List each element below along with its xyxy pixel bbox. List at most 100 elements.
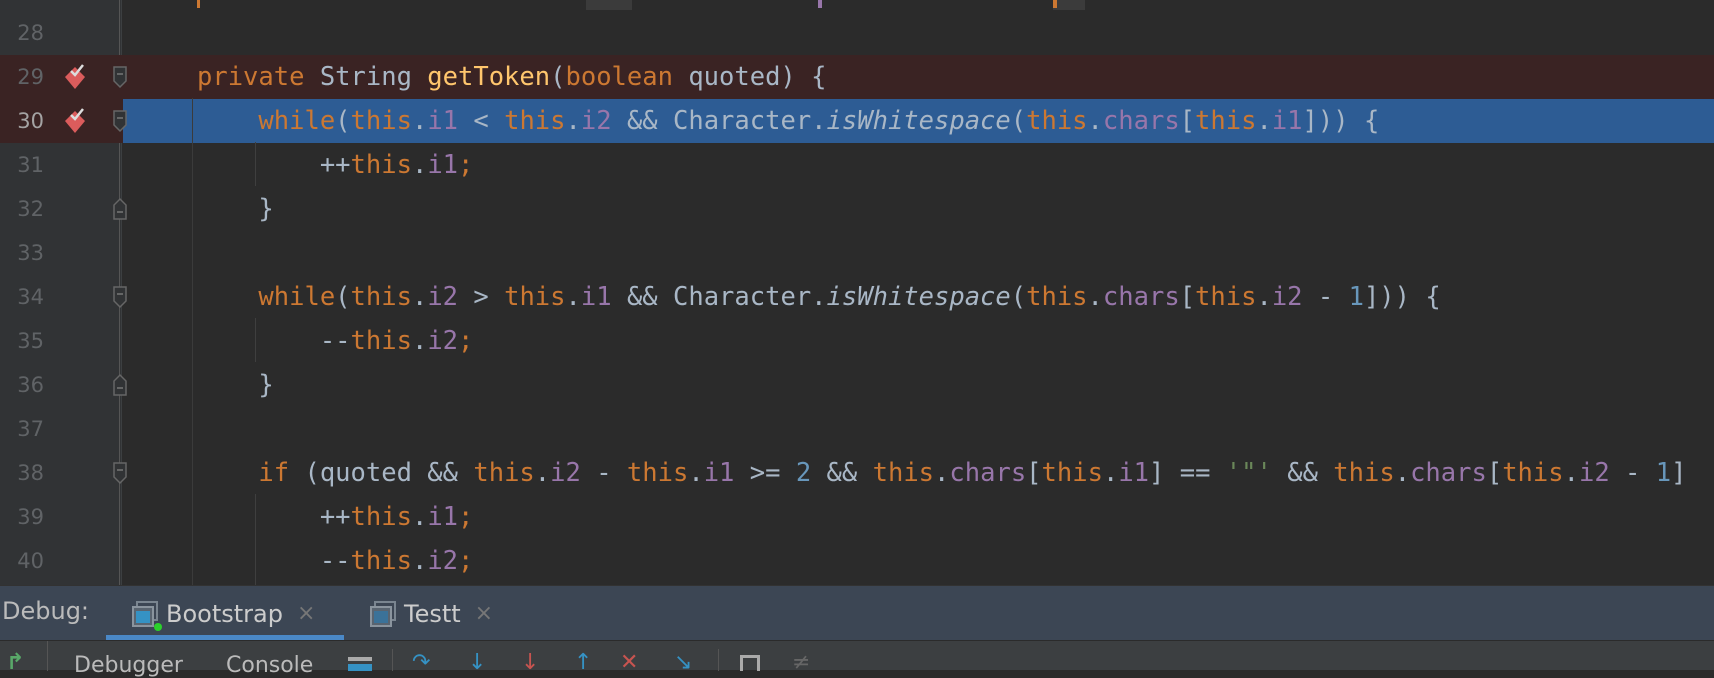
code-token: ( bbox=[1010, 106, 1027, 136]
code-line[interactable]: 32 } bbox=[0, 187, 1714, 231]
debug-tool-window-header: Debug: Bootstrap × Testt × bbox=[0, 585, 1714, 641]
code-token: } bbox=[197, 194, 274, 224]
code-line[interactable]: 33 bbox=[0, 231, 1714, 275]
close-icon[interactable]: × bbox=[475, 601, 493, 626]
line-number[interactable]: 34 bbox=[0, 275, 44, 319]
line-number[interactable]: 36 bbox=[0, 363, 44, 407]
code-token: ] == bbox=[1149, 458, 1226, 488]
code-token: i1 bbox=[703, 458, 735, 488]
fold-end-icon[interactable] bbox=[112, 197, 128, 221]
code-token: - bbox=[1609, 458, 1656, 488]
close-icon[interactable]: × bbox=[297, 601, 315, 626]
line-number[interactable]: 38 bbox=[0, 451, 44, 495]
tab-debugger[interactable]: Debugger bbox=[74, 653, 183, 678]
fold-start-icon[interactable] bbox=[112, 109, 128, 133]
layout-icon[interactable] bbox=[348, 657, 372, 671]
code-token: . bbox=[688, 458, 704, 488]
rerun-icon[interactable]: ↱ bbox=[6, 652, 24, 674]
code-token: ])) { bbox=[1302, 106, 1380, 136]
code-token: this bbox=[1026, 106, 1088, 136]
line-number[interactable]: 37 bbox=[0, 407, 44, 451]
code-token: i1 bbox=[427, 502, 459, 532]
code-token: ( bbox=[335, 282, 351, 312]
code-token: i2 bbox=[427, 282, 459, 312]
evaluate-expression-icon[interactable] bbox=[740, 655, 760, 671]
line-number[interactable]: 31 bbox=[0, 143, 44, 187]
code-token: ])) { bbox=[1363, 282, 1441, 312]
code-token: i2 bbox=[550, 458, 581, 488]
step-out-icon[interactable]: ↑ bbox=[574, 652, 592, 674]
fold-start-icon[interactable] bbox=[112, 461, 128, 485]
code-token: while bbox=[197, 282, 336, 312]
drop-frame-icon[interactable]: ✕ bbox=[620, 652, 638, 674]
code-line[interactable]: 31 ++this.i1; bbox=[0, 143, 1714, 187]
code-line[interactable]: 28 bbox=[0, 11, 1714, 55]
code-token: ( bbox=[1010, 282, 1027, 312]
line-number[interactable]: 35 bbox=[0, 319, 44, 363]
code-line[interactable]: 37 bbox=[0, 407, 1714, 451]
code-token: this bbox=[1195, 282, 1257, 312]
code-token: - bbox=[580, 458, 627, 488]
code-text: ++this.i1; bbox=[197, 495, 474, 539]
code-token: 1 bbox=[1348, 282, 1364, 312]
code-line[interactable]: 36 } bbox=[0, 363, 1714, 407]
tab-testt[interactable]: Testt × bbox=[370, 586, 493, 641]
code-token: >= bbox=[734, 458, 796, 488]
code-line[interactable]: 34 while(this.i2 > this.i1 && Character.… bbox=[0, 275, 1714, 319]
code-token: . bbox=[411, 326, 428, 356]
line-number[interactable]: 33 bbox=[0, 231, 44, 275]
tab-console[interactable]: Console bbox=[226, 653, 313, 678]
run-to-cursor-icon[interactable]: ↘ bbox=[674, 652, 692, 674]
code-line[interactable]: 29 private String getToken(boolean quoted… bbox=[0, 55, 1714, 99]
code-token: this bbox=[626, 458, 689, 488]
code-line[interactable]: 39 ++this.i1; bbox=[0, 495, 1714, 539]
code-token: this bbox=[1195, 106, 1257, 136]
code-token: . bbox=[934, 458, 950, 488]
step-into-icon[interactable]: ↓ bbox=[468, 652, 486, 674]
code-token: -- bbox=[197, 546, 351, 576]
code-token: . bbox=[1102, 458, 1119, 488]
code-token: < bbox=[458, 106, 505, 136]
code-token: [ bbox=[1179, 106, 1196, 136]
indent-guide bbox=[255, 318, 256, 362]
tab-label: Testt bbox=[404, 599, 461, 628]
trace-icon[interactable]: ≠ bbox=[792, 652, 810, 674]
line-number[interactable]: 39 bbox=[0, 495, 44, 539]
line-number[interactable]: 40 bbox=[0, 539, 44, 583]
code-line[interactable]: 35 --this.i2; bbox=[0, 319, 1714, 363]
fold-end-icon[interactable] bbox=[112, 373, 128, 397]
divider bbox=[47, 641, 48, 671]
code-editor[interactable]: 28 29 private String getToken(boolean quot… bbox=[0, 0, 1714, 585]
code-token: isWhitespace bbox=[826, 282, 1011, 312]
code-token: . bbox=[411, 282, 428, 312]
line-number[interactable]: 29 bbox=[0, 55, 44, 99]
fold-start-icon[interactable] bbox=[112, 65, 128, 89]
line-number[interactable]: 32 bbox=[0, 187, 44, 231]
tab-bootstrap[interactable]: Bootstrap × bbox=[106, 586, 344, 641]
code-token: ] bbox=[1671, 458, 1687, 488]
code-token: ; bbox=[458, 326, 474, 356]
code-token: . bbox=[1087, 106, 1103, 136]
code-token: ; bbox=[458, 502, 474, 532]
code-line[interactable]: 40 --this.i2; bbox=[0, 539, 1714, 583]
code-token: . bbox=[534, 458, 551, 488]
line-number[interactable]: 28 bbox=[0, 11, 44, 55]
step-over-icon[interactable]: ↷ bbox=[412, 652, 430, 674]
code-area bbox=[123, 231, 1714, 275]
line-number[interactable]: 30 bbox=[0, 99, 44, 143]
code-token: [ bbox=[1179, 282, 1196, 312]
code-token: this bbox=[1502, 458, 1564, 488]
code-text: while(this.i1 < this.i2 && Character.isW… bbox=[197, 99, 1379, 143]
force-step-into-icon[interactable]: ↓ bbox=[521, 652, 539, 674]
breakpoint-icon[interactable] bbox=[62, 107, 88, 135]
code-token: this bbox=[473, 458, 535, 488]
code-line[interactable]: 38 if (quoted && this.i2 - this.i1 >= 2 … bbox=[0, 451, 1714, 495]
code-line[interactable]: 30 while(this.i1 < this.i2 && Character.… bbox=[0, 99, 1714, 143]
code-token: this bbox=[872, 458, 935, 488]
code-token: this bbox=[1333, 458, 1395, 488]
fold-start-icon[interactable] bbox=[112, 285, 128, 309]
code-token: && bbox=[811, 458, 873, 488]
breakpoint-icon[interactable] bbox=[62, 63, 88, 91]
code-token: . bbox=[1087, 282, 1103, 312]
code-text: } bbox=[197, 187, 274, 231]
